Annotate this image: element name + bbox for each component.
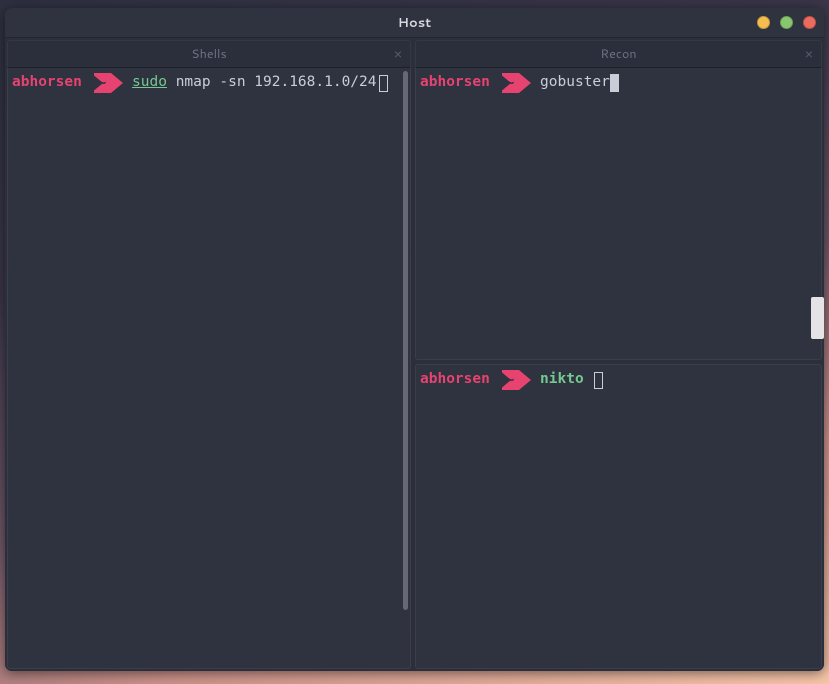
maximize-button[interactable]: [780, 16, 793, 29]
terminal-recon-top[interactable]: abhorsen ~ gobuster: [415, 68, 822, 360]
tab-shells[interactable]: Shells ×: [7, 40, 411, 68]
terminal-shells[interactable]: abhorsen ~ sudo nmap -sn 192.168.1.0/24: [7, 68, 411, 669]
window-controls: [757, 16, 816, 29]
prompt-powerline-icon: ~: [91, 73, 124, 93]
window-title: Host: [5, 14, 824, 32]
terminal-recon-bottom-content[interactable]: abhorsen ~ nikto: [420, 369, 815, 390]
outer-scrollbar[interactable]: [811, 297, 824, 339]
right-pane-column: Recon × abhorsen ~ gobuster abhorsen ~ n…: [415, 40, 822, 669]
cmd-sudo: sudo: [132, 74, 167, 90]
cursor-icon: [379, 75, 388, 92]
prompt-powerline-icon: ~: [499, 73, 532, 93]
close-button[interactable]: [803, 16, 816, 29]
cmd-name: nikto: [540, 371, 584, 387]
cmd-name: nmap: [176, 74, 211, 90]
left-pane-column: Shells × abhorsen ~ sudo nmap -sn 192.16…: [7, 40, 411, 669]
prompt-user: abhorsen: [420, 371, 490, 387]
titlebar[interactable]: Host: [5, 8, 824, 38]
minimize-button[interactable]: [757, 16, 770, 29]
cursor-icon: [610, 74, 619, 92]
prompt-user: abhorsen: [420, 74, 490, 90]
panes-container: Shells × abhorsen ~ sudo nmap -sn 192.16…: [5, 38, 824, 671]
terminal-shells-content[interactable]: abhorsen ~ sudo nmap -sn 192.168.1.0/24: [12, 72, 404, 93]
tab-shells-label: Shells: [8, 45, 410, 63]
cmd-name: gobuster: [540, 74, 610, 90]
prompt-user: abhorsen: [12, 74, 82, 90]
scrollbar[interactable]: [403, 71, 408, 610]
tab-recon-close-icon[interactable]: ×: [805, 47, 813, 61]
cmd-args: -sn 192.168.1.0/24: [219, 74, 376, 90]
terminal-recon-top-content[interactable]: abhorsen ~ gobuster: [420, 72, 815, 93]
prompt-powerline-icon: ~: [499, 370, 532, 390]
cursor-icon: [594, 372, 603, 389]
terminal-recon-bottom[interactable]: abhorsen ~ nikto: [415, 364, 822, 669]
tab-recon[interactable]: Recon ×: [415, 40, 822, 68]
app-window: Host Shells × abhorsen ~ sudo nmap -sn 1…: [5, 8, 824, 671]
tab-shells-close-icon[interactable]: ×: [394, 47, 402, 61]
tab-recon-label: Recon: [416, 45, 821, 63]
